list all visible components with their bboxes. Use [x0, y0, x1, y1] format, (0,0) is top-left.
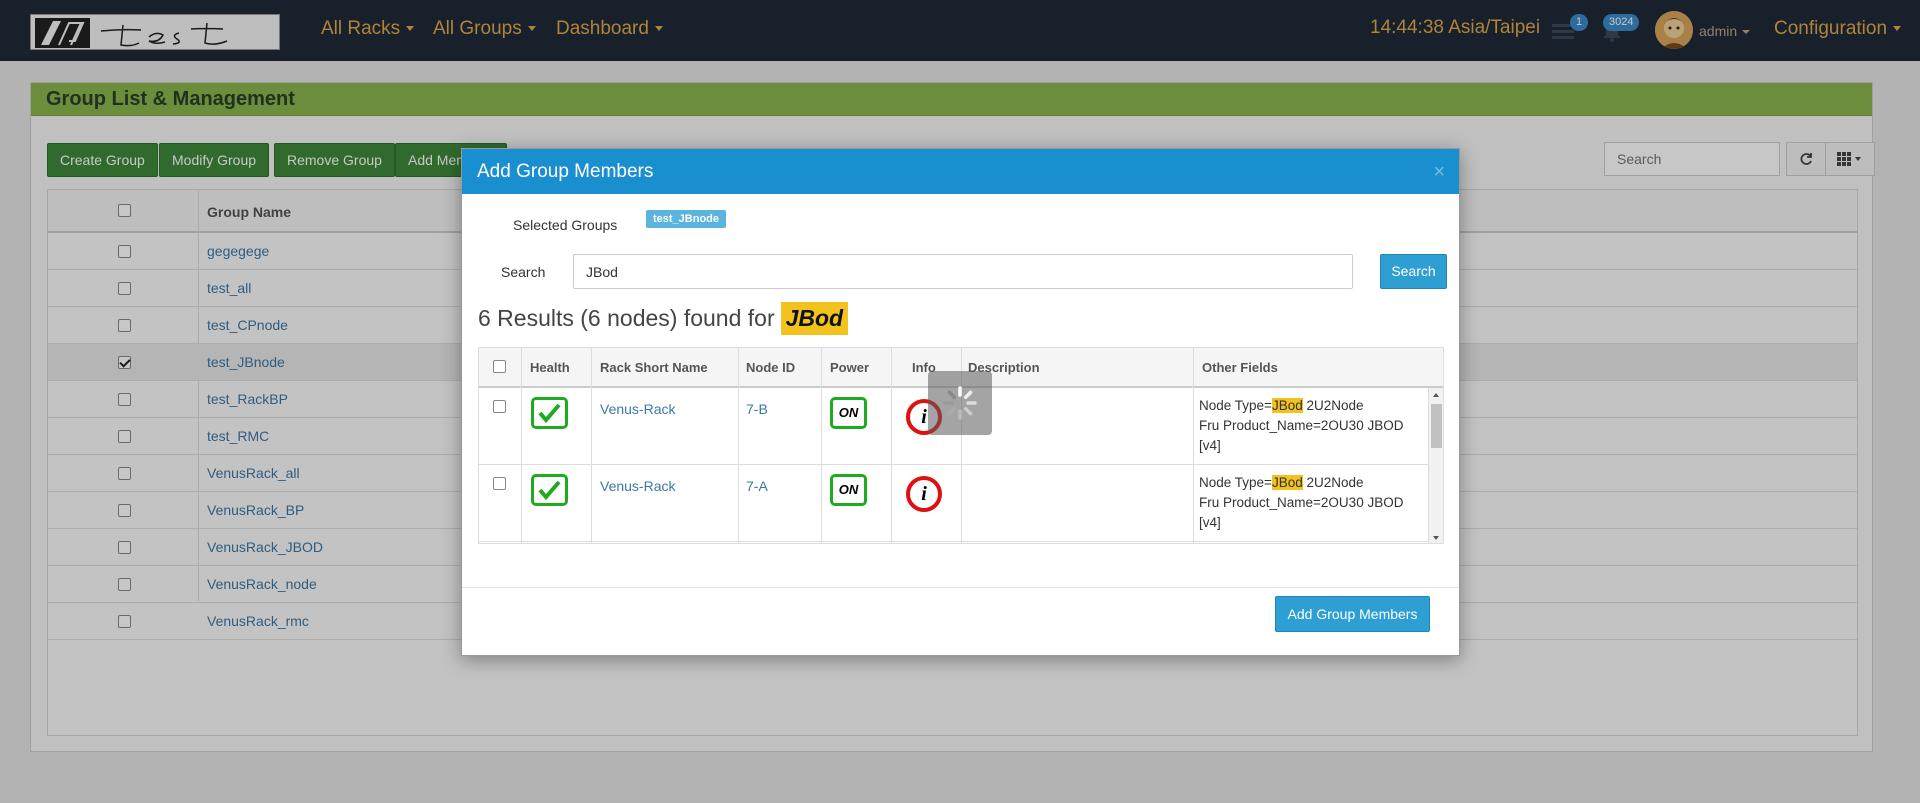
- results-summary: 6 Results (6 nodes) found for JBod: [478, 302, 849, 335]
- result-row[interactable]: Venus-Rack 7-A ON i Node Type=JBod 2U2Node Fr…: [479, 465, 1429, 542]
- selected-groups-label: Selected Groups: [513, 217, 618, 233]
- other-fields-cell: Node Type=JBod 2U2Node Fru Product_Name=2…: [1199, 396, 1425, 456]
- column-header-health: Health: [530, 360, 570, 375]
- result-row-checkbox[interactable]: [493, 477, 506, 490]
- column-header-power: Power: [830, 360, 870, 375]
- loading-spinner: [928, 371, 992, 435]
- node-type-prefix: Node Type=: [1199, 475, 1272, 490]
- selected-group-tag: test_JBnode: [646, 210, 727, 228]
- modal-footer: Add Group Members: [462, 587, 1459, 656]
- add-group-members-modal: Add Group Members × Selected Groups test…: [461, 148, 1460, 656]
- power-on-icon: ON: [830, 397, 867, 429]
- health-ok-icon: [531, 474, 568, 506]
- node-id-link[interactable]: 7-B: [746, 401, 768, 417]
- results-term: JBod: [780, 302, 849, 335]
- close-icon[interactable]: ×: [1433, 161, 1445, 184]
- modal-header: Add Group Members ×: [462, 149, 1459, 194]
- fru-product-name: Fru Product_Name=2OU30 JBOD [v4]: [1199, 495, 1404, 530]
- results-count: 6 Results (6 nodes) found for: [478, 305, 775, 331]
- search-button[interactable]: Search: [1380, 254, 1447, 289]
- add-group-members-button[interactable]: Add Group Members: [1275, 596, 1430, 632]
- rack-short-name-link[interactable]: Venus-Rack: [600, 401, 675, 417]
- column-header-node-id: Node ID: [746, 360, 796, 375]
- health-ok-icon: [531, 397, 568, 429]
- spinner-icon: [943, 386, 977, 420]
- scroll-up-icon[interactable]: [1433, 393, 1439, 397]
- node-id-link[interactable]: 7-A: [746, 478, 768, 494]
- node-type-highlight: JBod: [1271, 475, 1303, 490]
- select-all-results-checkbox[interactable]: [493, 360, 506, 373]
- result-row-checkbox[interactable]: [493, 400, 506, 413]
- rack-short-name-link[interactable]: Venus-Rack: [600, 478, 675, 494]
- power-on-icon: ON: [830, 474, 867, 506]
- node-type-suffix: 2U2Node: [1302, 398, 1364, 413]
- scroll-thumb[interactable]: [1431, 404, 1442, 448]
- results-scrollbar[interactable]: [1428, 388, 1443, 543]
- scroll-down-icon[interactable]: [1433, 536, 1439, 540]
- column-header-rack-short-name: Rack Short Name: [600, 360, 708, 375]
- node-type-highlight: JBod: [1271, 398, 1303, 413]
- member-search-input[interactable]: [573, 254, 1353, 289]
- modal-title: Add Group Members: [477, 161, 654, 182]
- fru-product-name: Fru Product_Name=2OU30 JBOD [v4]: [1199, 418, 1404, 453]
- other-fields-cell: Node Type=JBod 2U2Node Fru Product_Name=2…: [1199, 473, 1425, 533]
- info-icon[interactable]: i: [906, 476, 942, 512]
- node-type-suffix: 2U2Node: [1302, 475, 1364, 490]
- column-header-other-fields: Other Fields: [1202, 360, 1278, 375]
- search-label: Search: [501, 264, 546, 280]
- node-type-prefix: Node Type=: [1199, 398, 1272, 413]
